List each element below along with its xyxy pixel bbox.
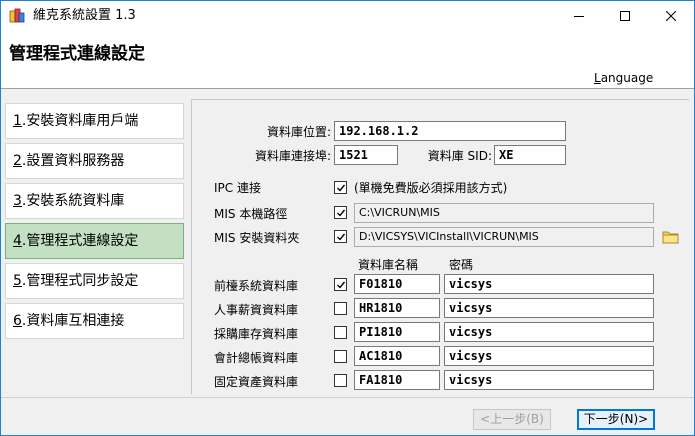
nav-number: 5 (13, 273, 22, 289)
language-accel: L (594, 71, 601, 85)
maximize-icon (620, 11, 630, 21)
schema-name-input[interactable]: FA1810 (354, 370, 440, 390)
mis-install-folder-label: MIS 安裝資料夾 (214, 231, 300, 245)
schema-row-label: 人事薪資資料庫 (214, 303, 299, 317)
schema-row-checkbox[interactable] (334, 302, 347, 315)
schema-name-input[interactable]: HR1810 (354, 298, 440, 318)
column-header-password: 密碼 (449, 258, 474, 272)
next-button[interactable]: 下一步(N)> (577, 409, 655, 430)
sidebar-item-connection-settings[interactable]: 4.管理程式連線設定 (5, 223, 184, 259)
schema-password-input[interactable]: vicsys (444, 274, 654, 294)
schema-name-input[interactable]: PI1810 (354, 322, 440, 342)
checkmark-icon (337, 184, 346, 192)
maximize-button[interactable] (602, 1, 648, 31)
schema-row-label: 會計總帳資料庫 (214, 351, 299, 365)
schema-password-input[interactable]: vicsys (444, 322, 654, 342)
nav-label: .安裝資料庫用戶端 (21, 113, 139, 129)
checkmark-icon (337, 233, 346, 241)
nav-number: 1 (13, 113, 22, 129)
prev-button[interactable]: <上一步(B) (473, 409, 551, 430)
checkmark-icon (337, 281, 346, 289)
sidebar-item-sync-settings[interactable]: 5.管理程式同步設定 (5, 263, 184, 299)
schema-row-checkbox[interactable] (334, 326, 347, 339)
footer: <上一步(B) 下一步(N)> (1, 397, 694, 435)
nav-label: .安裝系統資料庫 (21, 193, 125, 209)
nav-label: .設置資料服務器 (21, 153, 125, 169)
nav-number: 3 (13, 193, 22, 209)
sidebar-item-install-client[interactable]: 1.安裝資料庫用戶端 (5, 103, 184, 139)
db-sid-input[interactable]: XE (494, 145, 566, 165)
nav-number: 4 (13, 233, 22, 249)
mis-local-path-label: MIS 本機路徑 (214, 207, 288, 221)
ipc-checkbox[interactable] (334, 181, 347, 194)
schema-password-input[interactable]: vicsys (444, 370, 654, 390)
schema-row-label: 固定資產資料庫 (214, 375, 299, 389)
sidebar-item-db-link[interactable]: 6.資料庫互相連接 (5, 303, 184, 339)
minimize-button[interactable] (556, 1, 602, 31)
mis-install-folder-input[interactable]: D:\VICSYS\VICInstall\VICRUN\MIS (354, 227, 654, 247)
mis-local-path-input[interactable]: C:\VICRUN\MIS (354, 203, 654, 223)
app-icon (9, 8, 25, 24)
db-port-input[interactable]: 1521 (334, 145, 398, 165)
minimize-icon (574, 16, 584, 17)
db-location-input[interactable]: 192.168.1.2 (334, 121, 566, 141)
close-button[interactable] (648, 1, 694, 31)
schema-row-checkbox[interactable] (334, 350, 347, 363)
schema-name-input[interactable]: F01810 (354, 274, 440, 294)
schema-row-label: 前檯系統資料庫 (214, 279, 299, 293)
setup-window: 維克系統設置 1.3 管理程式連線設定 Language 1.安裝資料庫用戶端 … (0, 0, 695, 436)
column-header-db-name: 資料庫名稱 (358, 258, 419, 272)
language-label: anguage (600, 71, 654, 85)
title-bar[interactable]: 維克系統設置 1.3 (1, 1, 694, 31)
checkmark-icon (337, 209, 346, 217)
sidebar-item-system-db[interactable]: 3.安裝系統資料庫 (5, 183, 184, 219)
page-title: 管理程式連線設定 (9, 44, 145, 64)
ipc-label: IPC 連接 (214, 181, 261, 195)
schema-password-input[interactable]: vicsys (444, 346, 654, 366)
language-button[interactable]: Language (594, 71, 653, 85)
nav-label: .管理程式同步設定 (21, 273, 139, 289)
db-port-label: 資料庫連接埠: (254, 149, 331, 163)
mis-local-path-checkbox[interactable] (334, 206, 347, 219)
window-title: 維克系統設置 1.3 (33, 8, 136, 23)
schema-row-label: 採購庫存資料庫 (214, 327, 299, 341)
schema-password-input[interactable]: vicsys (444, 298, 654, 318)
schema-name-input[interactable]: AC1810 (354, 346, 440, 366)
schema-row-checkbox[interactable] (334, 374, 347, 387)
mis-install-folder-checkbox[interactable] (334, 230, 347, 243)
nav-label: .管理程式連線設定 (21, 233, 139, 249)
nav-number: 2 (13, 153, 22, 169)
folder-icon[interactable] (662, 230, 680, 244)
header: 管理程式連線設定 Language (1, 31, 694, 89)
db-location-label: 資料庫位置: (266, 125, 331, 139)
nav-label: .資料庫互相連接 (21, 313, 125, 329)
db-sid-label: 資料庫 SID: (427, 149, 492, 163)
sidebar-item-data-server[interactable]: 2.設置資料服務器 (5, 143, 184, 179)
nav-number: 6 (13, 313, 22, 329)
close-icon (666, 11, 676, 21)
connection-settings-panel: 資料庫位置: 192.168.1.2 資料庫連接埠: 1521 資料庫 SID:… (191, 99, 689, 394)
ipc-note: (單機免費版必須採用該方式) (354, 181, 508, 195)
schema-row-checkbox[interactable] (334, 278, 347, 291)
